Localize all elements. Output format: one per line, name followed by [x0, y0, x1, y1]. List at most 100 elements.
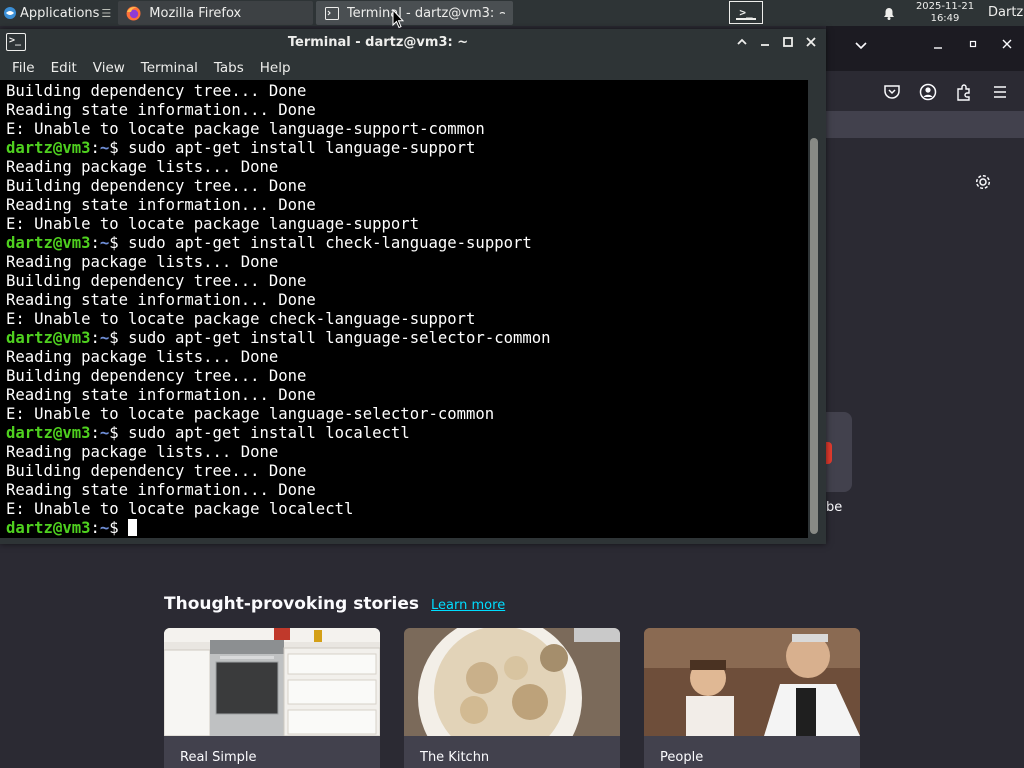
terminal-icon	[324, 6, 339, 21]
prompt-user: dartz@vm3	[6, 424, 91, 442]
firefox-minimize-button[interactable]	[932, 38, 944, 54]
app-menu-hamburger-icon[interactable]	[991, 83, 1009, 101]
shortcut-label: be	[826, 500, 843, 515]
prompt-separator: :	[90, 139, 100, 157]
story-image-dessert	[404, 628, 620, 768]
command-text: sudo apt-get install language-selector-c…	[128, 329, 551, 347]
close-button[interactable]	[801, 32, 821, 52]
terminal-output-line: Building dependency tree... Done	[6, 272, 307, 290]
terminal-output-line: E: Unable to locate package language-sel…	[6, 405, 495, 423]
newtab-settings-gear-icon[interactable]	[973, 172, 993, 192]
menu-tabs[interactable]: Tabs	[206, 60, 252, 76]
terminal-output-line: Building dependency tree... Done	[6, 82, 307, 100]
terminal-command-line: dartz@vm3:~$ sudo apt-get install langua…	[6, 139, 808, 158]
firefox-tab-bar	[826, 26, 1024, 71]
menu-terminal[interactable]: Terminal	[133, 60, 206, 76]
terminal-output-line: Reading state information... Done	[6, 291, 316, 309]
command-text: sudo apt-get install language-support	[128, 139, 476, 157]
applications-separator-icon: ☰	[101, 6, 112, 20]
prompt-symbol: $	[109, 424, 129, 442]
terminal-window: >_ Terminal - dartz@vm3: ~ File Edit Vie…	[0, 29, 826, 544]
story-card[interactable]: Real Simple	[164, 628, 380, 768]
applications-label: Applications	[20, 5, 100, 21]
menu-file[interactable]: File	[4, 60, 43, 76]
story-card[interactable]: The Kitchn	[404, 628, 620, 768]
notification-bell-icon[interactable]	[881, 5, 897, 21]
scrollbar-thumb[interactable]	[810, 138, 818, 534]
prompt-user: dartz@vm3	[6, 519, 91, 537]
prompt-path: ~	[99, 519, 110, 537]
terminal-titlebar[interactable]: >_ Terminal - dartz@vm3: ~	[0, 29, 826, 56]
prompt-separator: :	[90, 234, 100, 252]
terminal-command-line: dartz@vm3:~$	[6, 519, 808, 538]
terminal-output-line: E: Unable to locate package language-sup…	[6, 120, 485, 138]
clock-date: 2025-11-21	[915, 1, 975, 12]
terminal-output-line: Building dependency tree... Done	[6, 177, 307, 195]
terminal-output-line: E: Unable to locate package language-sup…	[6, 215, 420, 233]
shortcut-logo	[826, 442, 832, 464]
terminal-menubar: File Edit View Terminal Tabs Help	[0, 56, 826, 80]
prompt-path: ~	[99, 424, 110, 442]
clock[interactable]: 2025-11-21 16:49	[905, 1, 985, 25]
stories-header: Thought-provoking stories Learn more	[164, 594, 505, 614]
terminal-output-line: Reading package lists... Done	[6, 158, 279, 176]
terminal-output-line: Reading state information... Done	[6, 481, 316, 499]
taskbar-firefox-label: Mozilla Firefox	[149, 5, 242, 21]
command-text: sudo apt-get install check-language-supp…	[128, 234, 532, 252]
shade-button[interactable]	[732, 32, 752, 52]
terminal-output-line: Reading state information... Done	[6, 101, 316, 119]
pocket-icon[interactable]	[883, 83, 901, 101]
story-image-family-photo	[644, 628, 860, 736]
menu-view[interactable]: View	[85, 60, 133, 76]
stories-title: Thought-provoking stories	[164, 594, 420, 614]
firefox-icon	[126, 6, 141, 21]
menu-edit[interactable]: Edit	[43, 60, 85, 76]
top-panel: Applications ☰ Mozilla Firefox Terminal …	[0, 0, 1024, 26]
firefox-restore-button[interactable]	[967, 38, 979, 54]
terminal-output-line: Building dependency tree... Done	[6, 367, 307, 385]
prompt-path: ~	[99, 139, 110, 157]
learn-more-link[interactable]: Learn more	[431, 598, 505, 613]
story-image-kitchen	[164, 628, 380, 737]
terminal-output-line: Building dependency tree... Done	[6, 462, 307, 480]
taskbar-firefox[interactable]: Mozilla Firefox	[118, 1, 314, 25]
applications-menu-button[interactable]: Applications ☰	[0, 0, 115, 26]
story-source: The Kitchn	[420, 750, 490, 765]
prompt-symbol: $	[109, 329, 129, 347]
text-cursor	[128, 519, 138, 536]
terminal-output-line: Reading state information... Done	[6, 386, 316, 404]
user-menu[interactable]: Dartz	[988, 5, 1023, 20]
prompt-path: ~	[99, 234, 110, 252]
prompt-user: dartz@vm3	[6, 139, 91, 157]
menu-help[interactable]: Help	[252, 60, 299, 76]
terminal-output[interactable]: Building dependency tree... Done Reading …	[0, 80, 808, 538]
prompt-symbol: $	[109, 519, 129, 537]
tab-list-chevron-icon[interactable]	[854, 38, 868, 56]
terminal-output-line: Reading state information... Done	[6, 196, 316, 214]
terminal-scrollbar[interactable]	[808, 80, 826, 538]
maximize-button[interactable]	[778, 32, 798, 52]
story-source: Real Simple	[180, 750, 257, 765]
terminal-window-border	[0, 538, 826, 544]
story-card[interactable]: People	[644, 628, 860, 768]
terminal-launcher-icon[interactable]: >_	[729, 1, 763, 24]
prompt-symbol: $	[109, 234, 129, 252]
terminal-output-line: E: Unable to locate package localectl	[6, 500, 354, 518]
taskbar-terminal[interactable]: Terminal - dartz@vm3: ~	[316, 1, 514, 25]
clock-time: 16:49	[930, 13, 960, 24]
prompt-user: dartz@vm3	[6, 234, 91, 252]
terminal-output-line: Reading package lists... Done	[6, 443, 279, 461]
terminal-command-line: dartz@vm3:~$ sudo apt-get install check-…	[6, 234, 808, 253]
prompt-separator: :	[90, 424, 100, 442]
minimize-button[interactable]	[755, 32, 775, 52]
firefox-close-button[interactable]	[1001, 38, 1013, 54]
extensions-puzzle-icon[interactable]	[955, 83, 973, 101]
account-icon[interactable]	[919, 83, 937, 101]
prompt-user: dartz@vm3	[6, 329, 91, 347]
terminal-output-line: Reading package lists... Done	[6, 253, 279, 271]
mouse-pointer-icon	[392, 8, 405, 29]
story-source: People	[660, 750, 704, 765]
top-site-shortcut[interactable]	[826, 412, 852, 492]
prompt-path: ~	[99, 329, 110, 347]
terminal-command-line: dartz@vm3:~$ sudo apt-get install locale…	[6, 424, 808, 443]
